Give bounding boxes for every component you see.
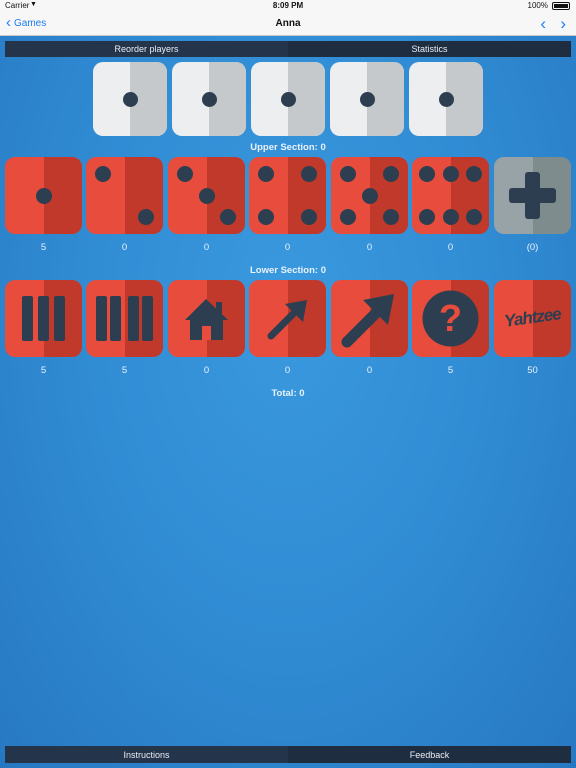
next-player-button[interactable]: ›: [560, 14, 566, 34]
sixes-score: 0: [447, 242, 454, 253]
status-bar: Carrier ▼ 8:09 PM 100%: [0, 0, 576, 12]
pip: [201, 91, 217, 107]
pip: [301, 209, 318, 226]
yahtzee-logo-icon: Yahtzee: [494, 280, 571, 357]
three-of-a-kind-tile[interactable]: [5, 280, 82, 357]
die-three-icon: [168, 157, 245, 234]
die-3[interactable]: [251, 62, 325, 136]
small-straight-tile[interactable]: [249, 280, 326, 357]
twos-score: 0: [121, 242, 128, 253]
upper-section-label: Upper Section: 0: [250, 142, 326, 153]
total-label: Total: 0: [271, 388, 305, 399]
pip: [301, 165, 318, 182]
large-straight-tile[interactable]: [331, 280, 408, 357]
pip: [280, 91, 296, 107]
twos-tile[interactable]: [86, 157, 163, 234]
top-segmented-control: Reorder players Statistics: [5, 41, 571, 57]
die-one-icon: [5, 157, 82, 234]
full-house-score: 0: [203, 365, 210, 376]
small-arrow-icon: [249, 280, 326, 357]
threes-tile[interactable]: [168, 157, 245, 234]
pip: [94, 165, 111, 182]
instructions-button[interactable]: Instructions: [5, 746, 288, 763]
threes-score: 0: [203, 242, 210, 253]
bonus-score: (0): [526, 242, 539, 253]
pip: [35, 187, 52, 204]
pip: [198, 187, 215, 204]
three-of-a-kind-score: 5: [40, 365, 47, 376]
die-four-icon: [249, 157, 326, 234]
large-straight-score: 0: [366, 365, 373, 376]
pip: [465, 165, 482, 182]
pip: [419, 165, 436, 182]
svg-text:?: ?: [439, 298, 462, 340]
die-2[interactable]: [172, 62, 246, 136]
clock: 8:09 PM: [272, 1, 304, 10]
die-five-icon: [331, 157, 408, 234]
reorder-players-button[interactable]: Reorder players: [5, 41, 288, 57]
four-bars-icon: [86, 280, 163, 357]
previous-player-button[interactable]: ‹: [540, 14, 546, 34]
pip: [383, 209, 400, 226]
feedback-button[interactable]: Feedback: [288, 746, 571, 763]
yahtzee-tile[interactable]: Yahtzee: [494, 280, 571, 357]
pip: [138, 209, 155, 226]
pip: [257, 209, 274, 226]
yahtzee-logo-text: Yahtzee: [503, 304, 562, 331]
large-arrow-icon: [331, 280, 408, 357]
battery-percent: 100%: [527, 1, 548, 10]
statistics-button[interactable]: Statistics: [288, 41, 571, 57]
ones-score: 5: [40, 242, 47, 253]
chance-tile[interactable]: ?: [412, 280, 489, 357]
yahtzee-score: 50: [527, 365, 538, 376]
question-mark-icon: ?: [412, 280, 489, 357]
lower-section-label: Lower Section: 0: [249, 265, 326, 276]
four-of-a-kind-tile[interactable]: [86, 280, 163, 357]
page-title: Anna: [275, 18, 301, 29]
house-icon: [168, 280, 245, 357]
battery-icon: [552, 2, 570, 10]
fours-tile[interactable]: [249, 157, 326, 234]
pip: [442, 165, 459, 182]
pip: [419, 209, 436, 226]
pip: [339, 165, 356, 182]
pip: [220, 209, 237, 226]
die-two-icon: [86, 157, 163, 234]
pip: [438, 91, 454, 107]
small-straight-score: 0: [284, 365, 291, 376]
ones-tile[interactable]: [5, 157, 82, 234]
three-bars-icon: [5, 280, 82, 357]
chance-score: 5: [447, 365, 454, 376]
die-1[interactable]: [93, 62, 167, 136]
pip: [122, 91, 138, 107]
bonus-tile[interactable]: [494, 157, 571, 234]
fives-score: 0: [366, 242, 373, 253]
pip: [465, 209, 482, 226]
sixes-tile[interactable]: [412, 157, 489, 234]
pip: [361, 187, 378, 204]
fives-tile[interactable]: [331, 157, 408, 234]
pip: [383, 165, 400, 182]
die-six-icon: [412, 157, 489, 234]
plus-icon: [494, 157, 571, 234]
die-4[interactable]: [330, 62, 404, 136]
pip: [359, 91, 375, 107]
pip: [257, 165, 274, 182]
pip: [442, 209, 459, 226]
bottom-segmented-control: Instructions Feedback: [5, 746, 571, 763]
pip: [176, 165, 193, 182]
four-of-a-kind-score: 5: [121, 365, 128, 376]
die-5[interactable]: [409, 62, 483, 136]
full-house-tile[interactable]: [168, 280, 245, 357]
fours-score: 0: [284, 242, 291, 253]
pip: [339, 209, 356, 226]
navigation-bar: ‹ Games Anna ‹ ›: [0, 12, 576, 36]
